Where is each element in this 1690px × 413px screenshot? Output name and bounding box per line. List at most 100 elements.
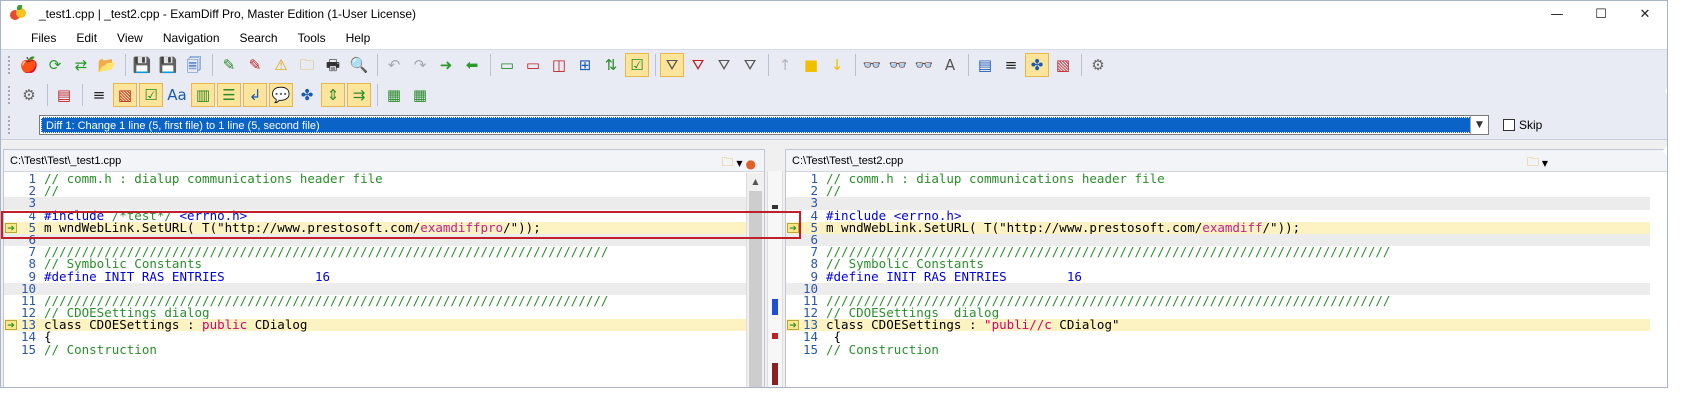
compare-chart-icon[interactable]: ▧ [1051,53,1075,77]
print-icon[interactable]: 🖶 [321,53,345,77]
text-lines-icon[interactable]: ≡ [87,83,111,107]
comment-icon[interactable]: 💬 [269,83,293,107]
puzzle-icon[interactable]: ✤ [1025,53,1049,77]
swap-files-icon[interactable]: ⇄ [69,53,93,77]
open-folder-icon[interactable]: 📂 [95,53,119,77]
merge-right-icon[interactable]: ⇉ [347,83,371,107]
code-line[interactable]: 2// [786,184,1650,197]
report-dropdown-icon[interactable]: ▦ [408,83,432,107]
menu-tools[interactable]: Tools [290,31,334,45]
pane-split-icon[interactable]: ◫ [547,53,571,77]
prev-diff-icon[interactable]: ↑ [773,53,797,77]
scroll-thumb[interactable] [749,191,762,387]
open-files-icon[interactable]: 🍎 [17,53,41,77]
bars-icon[interactable]: ▥ [191,83,215,107]
toolbar-grip[interactable] [7,114,11,135]
save-red-icon[interactable]: 💾 [156,53,180,77]
sync-scroll-icon[interactable]: ⇅ [599,53,623,77]
skip-option[interactable]: Skip [1503,118,1542,132]
toolbar-grip[interactable] [7,55,11,75]
checkbox-icon[interactable]: ☑ [139,83,163,107]
right-code-view[interactable]: 1// comm.h : dialup communications heade… [786,172,1650,387]
code-line[interactable]: 1// comm.h : dialup communications heade… [4,172,746,185]
toolbar-grip[interactable] [7,85,11,105]
menu-search[interactable]: Search [232,31,286,45]
copy-left-icon[interactable]: ⬅ [460,53,484,77]
save-all-icon[interactable]: 🗐 [182,53,206,77]
merge-icon[interactable]: ⇕ [321,83,345,107]
next-diff-icon[interactable]: ↓ [825,53,849,77]
text-lines-icon[interactable]: ≡ [999,53,1023,77]
diff-arrow-icon[interactable]: ➔ [787,222,799,234]
layout-icon[interactable]: ▤ [973,53,997,77]
code-line[interactable]: 9 #define INIT_RAS_ENTRIES 16 [4,270,746,283]
undo-blue-icon[interactable]: ↲ [243,83,267,107]
chevron-down-icon[interactable]: ▼ [1542,159,1548,168]
menu-files[interactable]: Files [23,31,64,45]
chevron-down-icon[interactable]: ▼ [736,159,742,168]
code-line[interactable]: 2// [4,184,746,197]
open-folder-icon[interactable]: 🗀 [721,153,733,174]
code-line[interactable]: ➔ 5 m_wndWebLink.SetURL(_T("http://www.pre… [4,221,746,234]
open-folder-icon[interactable]: 🗀 [1527,153,1539,174]
pane-red-icon[interactable]: ▭ [521,53,545,77]
left-code-view[interactable]: 1// comm.h : dialup communications heade… [4,172,746,387]
list-icon[interactable]: ☰ [217,83,241,107]
puzzle-icon[interactable]: ✤ [295,83,319,107]
undo-icon[interactable]: ↶ [382,53,406,77]
menu-view[interactable]: View [109,31,151,45]
diff-map-marker[interactable] [772,363,778,385]
filter-icon[interactable]: ⛛ [660,53,684,77]
filter-minus-icon[interactable]: ⛛ [686,53,710,77]
filter-equal-icon[interactable]: ⛛ [712,53,736,77]
diff-map-marker[interactable] [772,299,778,315]
print-preview-icon[interactable]: 🔍 [347,53,371,77]
open-files-icon[interactable]: ● [746,157,756,171]
maximize-button[interactable]: ☐ [1579,1,1623,27]
code-line[interactable]: 15 // Construction [4,343,746,356]
edit-icon[interactable]: ✎ [217,53,241,77]
chevron-down-icon[interactable]: ▼ [1470,115,1488,134]
warning-icon[interactable]: ⚠ [269,53,293,77]
diff-map-marker[interactable] [772,205,778,209]
pane-grid-icon[interactable]: ⊞ [573,53,597,77]
diff-map[interactable] [767,171,783,387]
code-line[interactable]: ➔ 13 class CDOESettings : "publi//c CDialo… [786,318,1650,332]
match-case-icon[interactable]: A [938,53,962,77]
refresh-icon[interactable]: ⟳ [43,53,67,77]
minimize-button[interactable]: — [1535,1,1579,27]
find-icon[interactable]: 👓 [860,53,884,77]
find-prev-icon[interactable]: 👓 [912,53,936,77]
redo-icon[interactable]: ↷ [408,53,432,77]
checkbox-icon[interactable]: ☑ [625,53,649,77]
code-line[interactable]: ➔ 13 class CDOESettings : public CDialog [4,318,746,332]
diff-arrow-icon[interactable]: ➔ [5,222,17,234]
diff-arrow-icon[interactable]: ➔ [5,320,17,331]
save-icon[interactable]: 💾 [130,53,154,77]
code-line[interactable]: 9 #define INIT_RAS_ENTRIES 16 [786,270,1650,283]
code-line[interactable]: ➔ 5 m_wndWebLink.SetURL(_T("http://www.pre… [786,221,1650,234]
options-icon[interactable]: ⚙ [17,83,41,107]
edit-red-icon[interactable]: ✎ [243,53,267,77]
font-icon[interactable]: Aa [165,83,189,107]
pane-single-icon[interactable]: ▭ [495,53,519,77]
left-scrollbar[interactable]: ▲ [746,173,764,387]
close-button[interactable]: ✕ [1623,1,1667,27]
settings-icon[interactable]: ⚙ [1086,53,1110,77]
code-line[interactable]: 1// comm.h : dialup communications heade… [786,172,1650,185]
copy-right-icon[interactable]: ➜ [434,53,458,77]
scroll-up-icon[interactable]: ▲ [747,173,764,189]
current-diff-icon[interactable]: ■ [799,53,823,77]
compare-chart-icon[interactable]: ▧ [113,83,137,107]
menu-navigation[interactable]: Navigation [155,31,228,45]
diff-selector-dropdown[interactable]: Diff 1: Change 1 line (5, first file) to… [39,114,1489,135]
find-next-icon[interactable]: 👓 [886,53,910,77]
report-icon[interactable]: ▦ [382,83,406,107]
filter-clear-icon[interactable]: ⛛ [738,53,762,77]
menu-edit[interactable]: Edit [68,31,105,45]
folder-warning-icon[interactable]: 🗀 [295,53,319,77]
diff-map-marker[interactable] [772,333,778,339]
diff-arrow-icon[interactable]: ➔ [787,320,799,331]
menu-help[interactable]: Help [338,31,379,45]
layout-icon[interactable]: ▤ [52,83,76,107]
